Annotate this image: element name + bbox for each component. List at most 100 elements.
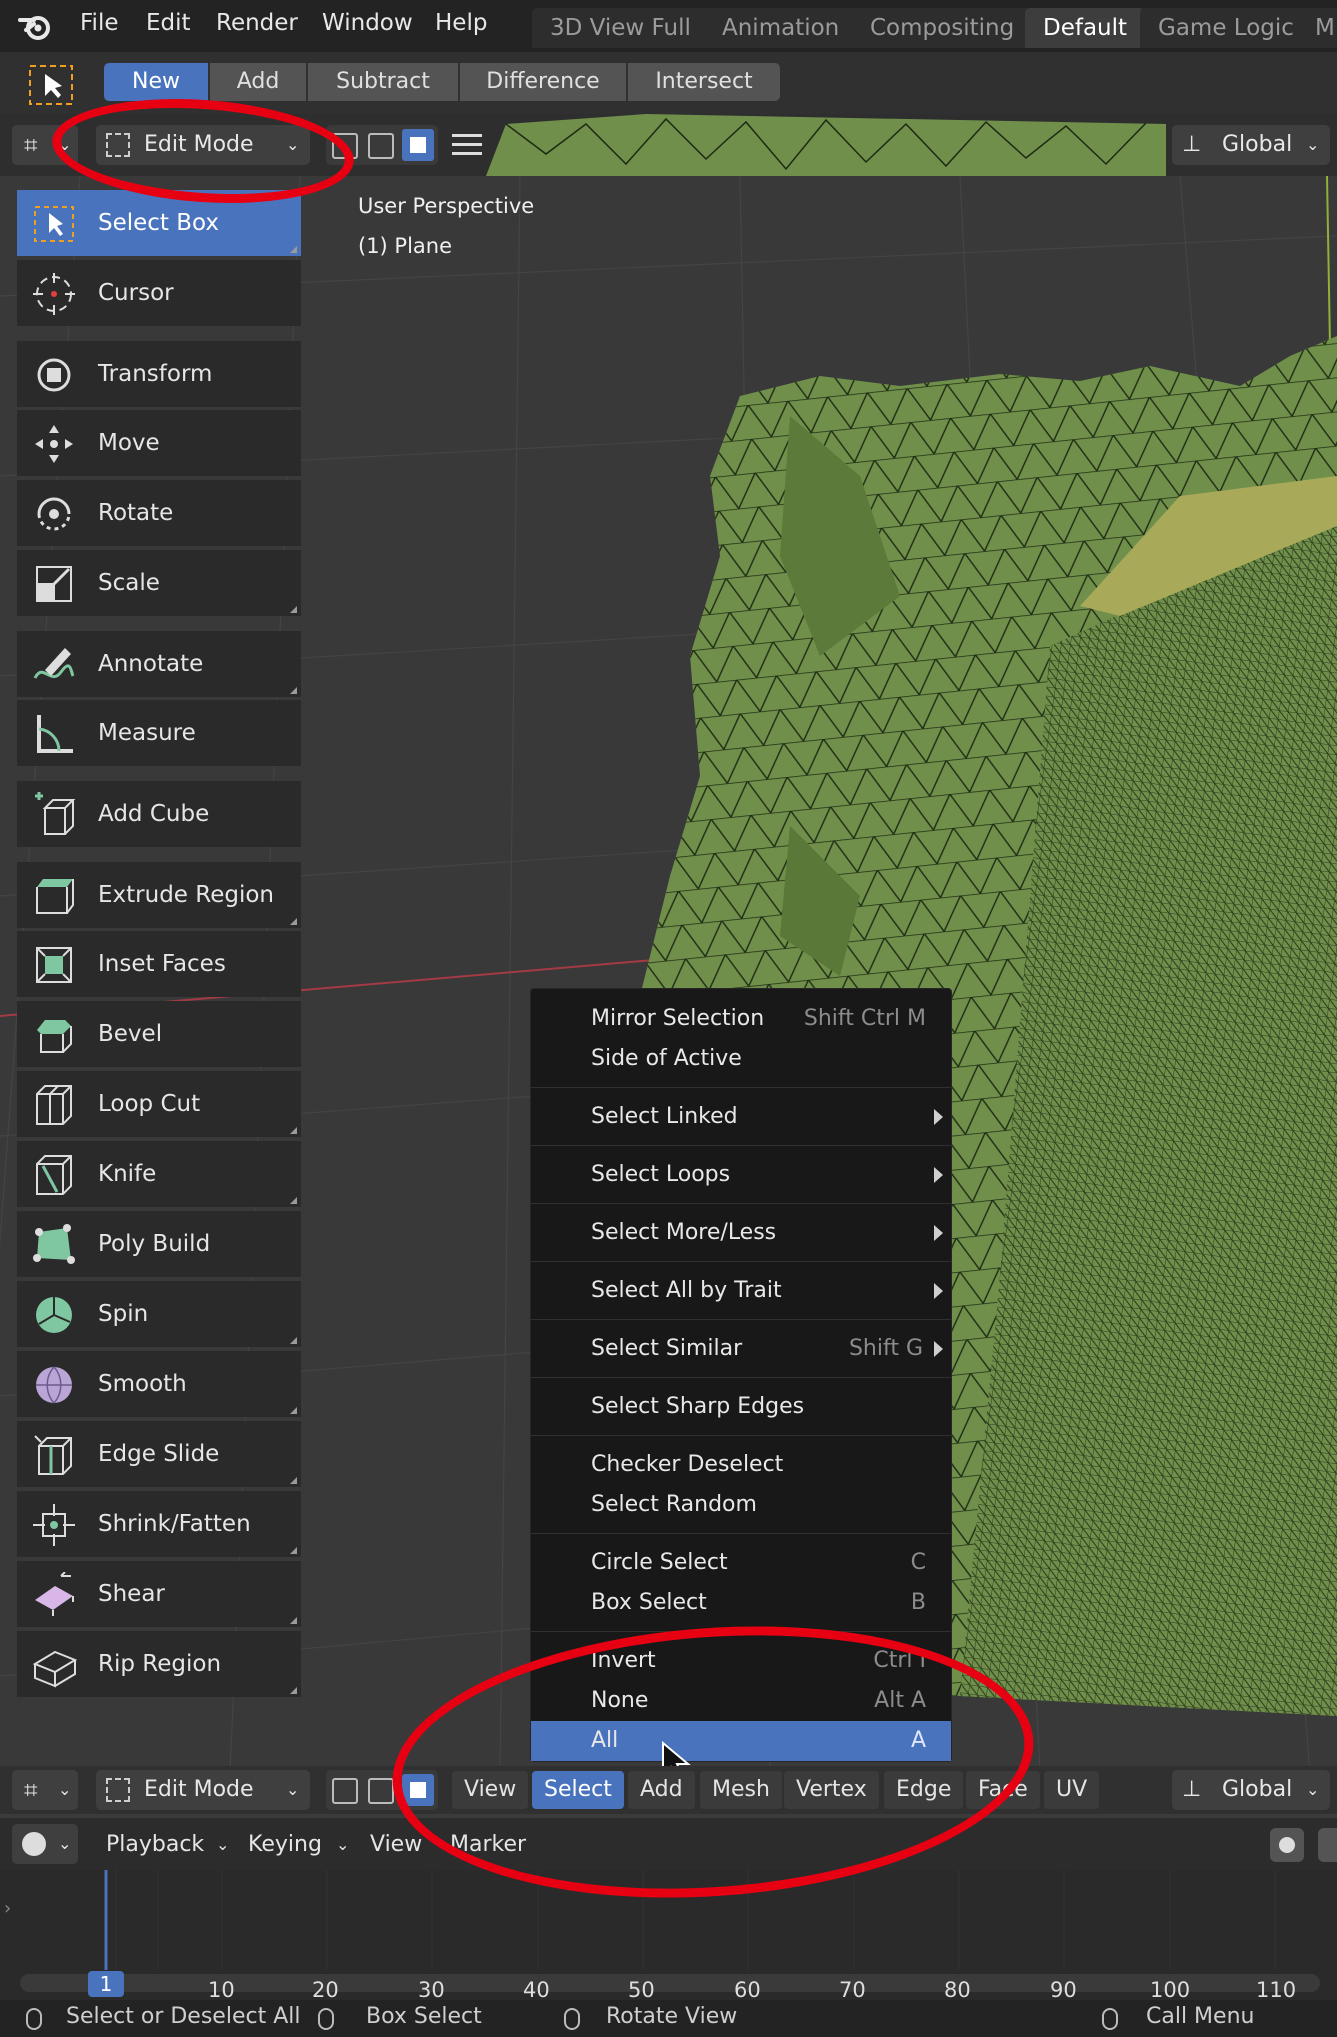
menu-item-label: Select All by Trait: [591, 1278, 782, 1303]
timeline-clock-icon: [22, 1832, 46, 1856]
current-frame-indicator[interactable]: 1: [88, 1971, 124, 1997]
tool-label: Shrink/Fatten: [98, 1511, 251, 1537]
menu-item-label: Select More/Less: [591, 1220, 777, 1245]
menu-playback[interactable]: Playback: [106, 1826, 204, 1864]
menu-file[interactable]: File: [80, 10, 119, 36]
menu-separator: [531, 1145, 951, 1146]
orientation-dropdown[interactable]: ⊥ Global ⌄: [1172, 125, 1330, 165]
menu-edit[interactable]: Edit: [146, 10, 191, 36]
menu-item-select-all-by-trait[interactable]: Select All by Trait: [531, 1271, 951, 1311]
tool-poly-build[interactable]: Poly Build: [17, 1211, 301, 1277]
corner-indicator: [290, 246, 297, 253]
menu-item-select-linked[interactable]: Select Linked: [531, 1097, 951, 1137]
scale-icon: [36, 566, 72, 602]
edge-select-icon[interactable]: [368, 133, 394, 159]
editor-type-dropdown[interactable]: ⌗ ⌄: [12, 1770, 78, 1810]
select-box-tool-icon[interactable]: [28, 64, 76, 106]
menu-separator: [531, 1203, 951, 1204]
tool-scale[interactable]: Scale: [17, 550, 301, 616]
tool-label: Rotate: [98, 500, 174, 526]
submenu-arrow-icon: [934, 1109, 943, 1125]
tool-extrude-region[interactable]: Extrude Region: [17, 862, 301, 928]
mode-intersect-button[interactable]: Intersect: [628, 63, 780, 101]
tool-label: Transform: [98, 361, 213, 387]
menu-keying[interactable]: Keying: [248, 1826, 322, 1864]
tool-measure[interactable]: Measure: [17, 700, 301, 766]
hamburger-menu-icon[interactable]: [452, 132, 482, 158]
menu-window[interactable]: Window: [322, 10, 413, 36]
tab-compositing[interactable]: Compositing: [852, 8, 1033, 48]
menu-item-circle-select[interactable]: Circle Select C: [531, 1543, 951, 1583]
status-far-right-text: Call Menu: [1146, 2004, 1255, 2029]
tab-more[interactable]: M: [1305, 8, 1337, 48]
add-cube-icon: [35, 792, 76, 835]
move-icon: [35, 425, 73, 463]
vertex-select-icon[interactable]: [332, 1778, 358, 1804]
tool-add-cube[interactable]: Add Cube: [17, 781, 301, 847]
tool-inset-faces[interactable]: Inset Faces: [17, 931, 301, 997]
tab-3d-view-full[interactable]: 3D View Full: [532, 8, 709, 48]
tool-edge-slide[interactable]: Edge Slide: [17, 1421, 301, 1487]
menu-item-select-random[interactable]: Select Random: [531, 1485, 951, 1525]
tool-rotate[interactable]: Rotate: [17, 480, 301, 546]
corner-indicator: [290, 606, 297, 613]
tab-animation[interactable]: Animation: [704, 8, 858, 48]
menu-item-box-select[interactable]: Box Select B: [531, 1583, 951, 1623]
edge-select-icon[interactable]: [368, 1778, 394, 1804]
menu-view[interactable]: View: [370, 1826, 422, 1864]
tool-label: Add Cube: [98, 801, 210, 827]
mode-add-button[interactable]: Add: [210, 63, 306, 101]
collapse-arrow-icon[interactable]: ›: [4, 1898, 11, 1919]
tool-cursor[interactable]: Cursor: [17, 260, 301, 326]
blender-logo-icon[interactable]: [18, 10, 52, 42]
menu-item-mirror-selection[interactable]: Mirror Selection Shift Ctrl M: [531, 999, 951, 1039]
tool-shrink-fatten[interactable]: Shrink/Fatten: [17, 1491, 301, 1557]
record-button[interactable]: [1270, 1828, 1304, 1862]
menu-item-select-more-less[interactable]: Select More/Less: [531, 1213, 951, 1253]
menu-item-select-sharp-edges[interactable]: Select Sharp Edges: [531, 1387, 951, 1427]
tab-game-logic[interactable]: Game Logic: [1140, 8, 1312, 48]
mode-new-button[interactable]: New: [104, 63, 208, 101]
tool-label: Smooth: [98, 1371, 187, 1397]
tool-smooth[interactable]: Smooth: [17, 1351, 301, 1417]
tool-move[interactable]: Move: [17, 410, 301, 476]
frame-label: 80: [944, 1978, 971, 2002]
menu-item-checker-deselect[interactable]: Checker Deselect: [531, 1445, 951, 1485]
editor-type-dropdown[interactable]: ⌄: [12, 1824, 78, 1864]
frame-label: 60: [734, 1978, 761, 2002]
tool-loop-cut[interactable]: Loop Cut: [17, 1071, 301, 1137]
face-select-icon[interactable]: [402, 129, 434, 161]
menu-render[interactable]: Render: [216, 10, 298, 36]
menu-separator: [531, 1319, 951, 1320]
orientation-dropdown[interactable]: ⊥ Global ⌄: [1172, 1770, 1330, 1810]
menu-item-side-of-active[interactable]: Side of Active: [531, 1039, 951, 1079]
menu-item-shortcut: C: [910, 1550, 926, 1575]
tool-rip-region[interactable]: Rip Region: [17, 1631, 301, 1697]
tool-shear[interactable]: Shear: [17, 1561, 301, 1627]
mesh-strip: [486, 114, 1166, 176]
menu-item-shortcut: Shift Ctrl M: [803, 1006, 926, 1031]
menu-uv[interactable]: UV: [1044, 1771, 1100, 1809]
menu-item-select-similar[interactable]: Select Similar Shift G: [531, 1329, 951, 1369]
tool-label: Loop Cut: [98, 1091, 201, 1117]
menu-item-shortcut: B: [910, 1590, 926, 1615]
tool-spin[interactable]: Spin: [17, 1281, 301, 1347]
mode-subtract-button[interactable]: Subtract: [308, 63, 458, 101]
tab-default[interactable]: Default: [1025, 8, 1146, 48]
tool-annotate[interactable]: Annotate: [17, 631, 301, 697]
tool-knife[interactable]: Knife: [17, 1141, 301, 1207]
loop-cut-icon: [36, 1085, 72, 1125]
menu-item-select-loops[interactable]: Select Loops: [531, 1155, 951, 1195]
bevel-icon: [37, 1020, 72, 1053]
shear-icon: [35, 1572, 74, 1616]
menu-help[interactable]: Help: [435, 10, 487, 36]
menu-item-label: Checker Deselect: [591, 1452, 784, 1477]
tool-transform[interactable]: Transform: [17, 341, 301, 407]
chevron-down-icon: ⌄: [58, 1834, 72, 1853]
mode-difference-button[interactable]: Difference: [460, 63, 626, 101]
mode-dropdown[interactable]: Edit Mode ⌄: [96, 1770, 310, 1810]
tool-label: Knife: [98, 1161, 157, 1187]
tool-bevel[interactable]: Bevel: [17, 1001, 301, 1067]
jump-start-button[interactable]: [1318, 1828, 1337, 1862]
corner-indicator: [290, 1407, 297, 1414]
